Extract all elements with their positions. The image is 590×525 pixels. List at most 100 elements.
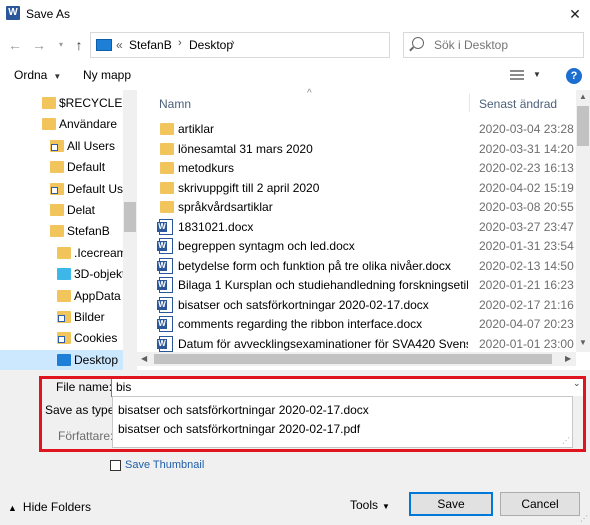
- sidebar-item-label: .Icecream: [74, 245, 127, 260]
- hide-folders-button[interactable]: ▲ Hide Folders: [8, 500, 91, 514]
- sidebar-item[interactable]: Default User: [0, 179, 134, 200]
- horizontal-scrollbar[interactable]: ◀ ▶: [137, 352, 576, 366]
- scrollbar-thumb[interactable]: [154, 354, 552, 364]
- sidebar-item[interactable]: Bilder: [0, 307, 123, 328]
- breadcrumb-stefanb[interactable]: StefanB: [129, 38, 172, 52]
- pictures-folder-icon: [57, 311, 71, 323]
- file-row[interactable]: språkvårdsartiklar 2020-03-08 20:55: [137, 198, 577, 217]
- file-date: 2020-02-17 21:16: [479, 297, 574, 312]
- sidebar-item[interactable]: Delat: [0, 200, 123, 221]
- chevron-down-icon[interactable]: ▼: [533, 70, 541, 79]
- column-header: Namn ^ Senast ändrad: [137, 88, 577, 116]
- file-row[interactable]: Bilaga 1 Kursplan och studiehandledning …: [137, 276, 577, 295]
- file-row[interactable]: betydelse form och funktion på tre olika…: [137, 257, 577, 276]
- column-name[interactable]: Namn: [159, 97, 191, 111]
- file-date: 2020-01-31 23:54: [479, 239, 574, 253]
- column-divider[interactable]: [469, 94, 470, 112]
- sidebar-item[interactable]: Default: [0, 157, 123, 178]
- sidebar-item[interactable]: StefanB: [0, 221, 123, 242]
- pc-icon: [96, 39, 112, 51]
- close-button[interactable]: ✕: [560, 0, 590, 28]
- command-bar: Ordna ▼ Ny mapp ▼ ?: [0, 62, 590, 90]
- file-row[interactable]: lönesamtal 31 mars 2020 2020-03-31 14:20: [137, 140, 577, 159]
- scroll-right-icon[interactable]: ▶: [565, 352, 571, 366]
- file-row[interactable]: Datum för avveckling­sexaminationer för …: [137, 335, 577, 354]
- file-date: 2020-03-27 23:47: [479, 219, 574, 234]
- scroll-down-icon[interactable]: ▼: [576, 338, 590, 347]
- sidebar-item[interactable]: All Users: [0, 136, 123, 157]
- sidebar-item-label: All Users: [67, 138, 116, 153]
- search-box[interactable]: [403, 32, 584, 58]
- file-date: 2020-02-13 14:50: [479, 258, 574, 273]
- tools-button[interactable]: Tools ▼: [350, 498, 390, 512]
- address-bar[interactable]: « StefanB › Desktop › ▾ ↻: [90, 32, 469, 58]
- organize-button[interactable]: Ordna ▼: [14, 68, 61, 82]
- scrollbar-thumb[interactable]: [124, 202, 136, 232]
- new-folder-button[interactable]: Ny mapp: [83, 68, 131, 82]
- sidebar-item[interactable]: AppData: [0, 286, 123, 307]
- up-arrow-icon[interactable]: ↑: [70, 36, 88, 54]
- sidebar-item[interactable]: Desktop: [0, 349, 123, 370]
- save-thumbnail-checkbox[interactable]: [110, 460, 121, 471]
- sidebar-item[interactable]: Användare: [0, 114, 123, 135]
- chevron-down-icon[interactable]: ▾: [52, 36, 70, 54]
- file-row[interactable]: artiklar 2020-03-04 23:28: [137, 120, 577, 139]
- file-row[interactable]: bisatser och satsförkortningar 2020-02-1…: [137, 296, 577, 315]
- file-name: Datum för avveckling­sexaminationer för …: [178, 336, 468, 351]
- file-list[interactable]: Namn ^ Senast ändrad artiklar 2020-03-04 …: [137, 88, 590, 370]
- sidebar-item[interactable]: $RECYCLE.BIN: [0, 93, 137, 114]
- sidebar-item-label: Desktop: [74, 352, 119, 367]
- folder-icon: [50, 161, 64, 174]
- chevron-right-icon[interactable]: ›: [231, 37, 235, 49]
- search-icon: [412, 37, 424, 49]
- sort-up-icon: ^: [307, 88, 312, 99]
- file-date: 2020-03-31 14:20: [479, 141, 574, 156]
- chevron-right-icon[interactable]: ›: [178, 37, 182, 49]
- file-row[interactable]: skrivuppgift till 2 april 2020 2020-04-02…: [137, 179, 577, 198]
- address-overflow[interactable]: «: [116, 38, 123, 52]
- file-date: 2020-01-01 23:00: [479, 336, 574, 351]
- folder-icon: [42, 97, 56, 109]
- resize-grip-icon[interactable]: ⋰: [580, 514, 588, 523]
- address-row: ← → ▾ ↑ « StefanB › Desktop › ▾ ↻: [0, 28, 590, 62]
- word-icon: W: [6, 6, 20, 20]
- search-input[interactable]: [434, 37, 574, 53]
- file-name: comments regarding the ribbon interface.…: [178, 317, 423, 331]
- save-thumbnail-label[interactable]: Save Thumbnail: [125, 459, 204, 471]
- file-name: metodkurs: [178, 161, 235, 175]
- word-document-icon: [157, 277, 173, 293]
- navigation-pane[interactable]: $RECYCLE.BIN Användare All Users Default Def…: [0, 90, 137, 370]
- sidebar-item[interactable]: .Icecream: [0, 243, 127, 264]
- file-date: 2020-02-23 16:13: [479, 161, 574, 175]
- word-document-icon: [157, 257, 173, 274]
- help-icon[interactable]: ?: [566, 68, 582, 84]
- file-date: 2020-04-02 15:19: [479, 180, 574, 195]
- back-arrow-icon[interactable]: ←: [6, 36, 24, 54]
- column-date-modified[interactable]: Senast ändrad: [479, 97, 557, 111]
- sidebar-item[interactable]: Cookies: [0, 328, 123, 349]
- folder-icon: [42, 118, 56, 131]
- scrollbar-thumb[interactable]: [577, 106, 589, 146]
- hide-folders-label: Hide Folders: [22, 500, 91, 514]
- file-row[interactable]: metodkurs 2020-02-23 16:13: [137, 159, 577, 178]
- file-row[interactable]: begreppen syntagm och led.docx 2020-01-31…: [137, 237, 577, 256]
- file-name: skrivuppgift till 2 april 2020: [178, 180, 320, 195]
- sidebar-item[interactable]: 3D-objekt: [0, 264, 125, 285]
- file-row[interactable]: comments regarding the ribbon interface.…: [137, 315, 577, 334]
- file-name: bisatser och satsförkortningar 2020-02-1…: [178, 297, 429, 312]
- folder-icon: [50, 225, 64, 238]
- file-row[interactable]: 1831021.docx 2020-03-27 23:47: [137, 218, 577, 237]
- title-bar: W Save As ✕: [0, 0, 590, 28]
- breadcrumb-desktop[interactable]: Desktop: [189, 38, 233, 52]
- sidebar-item-label: Cookies: [74, 331, 118, 346]
- cancel-button[interactable]: Cancel: [500, 492, 580, 516]
- view-options-icon[interactable]: [510, 70, 524, 82]
- forward-arrow-icon[interactable]: →: [30, 36, 48, 54]
- scroll-left-icon[interactable]: ◀: [141, 352, 147, 366]
- file-list-scrollbar[interactable]: ▲ ▼: [576, 90, 590, 352]
- navigation-scrollbar[interactable]: [123, 90, 137, 370]
- save-button[interactable]: Save: [409, 492, 493, 516]
- folder-icon: [160, 142, 174, 155]
- scroll-up-icon[interactable]: ▲: [576, 92, 590, 101]
- file-date: 2020-01-21 16:23: [479, 278, 574, 292]
